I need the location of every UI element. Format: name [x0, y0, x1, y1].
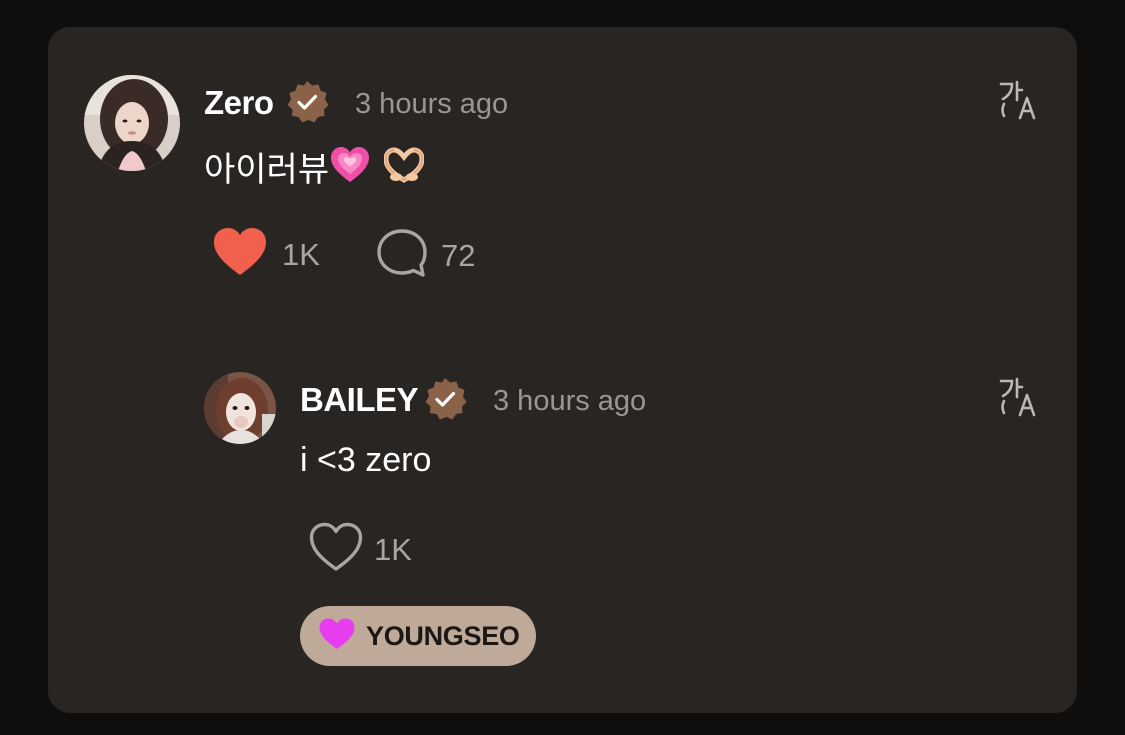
avatar-zero[interactable] — [84, 75, 180, 171]
reply-author-name[interactable]: BAILEY — [300, 381, 419, 419]
growing-heart-icon — [330, 146, 370, 193]
heart-icon — [318, 617, 356, 656]
comment-author-name[interactable]: Zero — [204, 84, 274, 122]
reply-timestamp: 3 hours ago — [493, 385, 647, 417]
verified-badge-icon — [422, 376, 468, 427]
comment-reply-count: 72 — [441, 237, 476, 273]
tag-label: YOUNGSEO — [366, 620, 520, 651]
comment-card: Zero 3 hours ago 아이러뷰 1K 72 BAILEY 3 hou… — [48, 27, 1077, 713]
comment-like-count: 1K — [282, 236, 320, 272]
verified-badge-icon — [284, 79, 330, 130]
reply-text: i <3 zero — [300, 441, 432, 479]
heart-filled-icon — [212, 226, 268, 283]
avatar-bailey[interactable] — [204, 372, 276, 444]
comment-timestamp: 3 hours ago — [355, 88, 509, 120]
reply-like-button[interactable]: 1K — [308, 521, 412, 578]
heart-outline-icon — [308, 521, 364, 578]
comment-like-button[interactable]: 1K — [212, 226, 320, 283]
translate-icon[interactable] — [998, 377, 1038, 422]
comment-text: 아이러뷰 — [204, 142, 425, 193]
comment-text-content: 아이러뷰 — [204, 151, 330, 189]
speech-bubble-icon — [375, 227, 429, 284]
heart-hands-icon — [383, 147, 425, 192]
reply-like-count: 1K — [374, 531, 412, 567]
comment-reply-button[interactable]: 72 — [375, 227, 475, 284]
translate-icon[interactable] — [998, 80, 1038, 125]
creator-heart-tag[interactable]: YOUNGSEO — [300, 606, 536, 666]
